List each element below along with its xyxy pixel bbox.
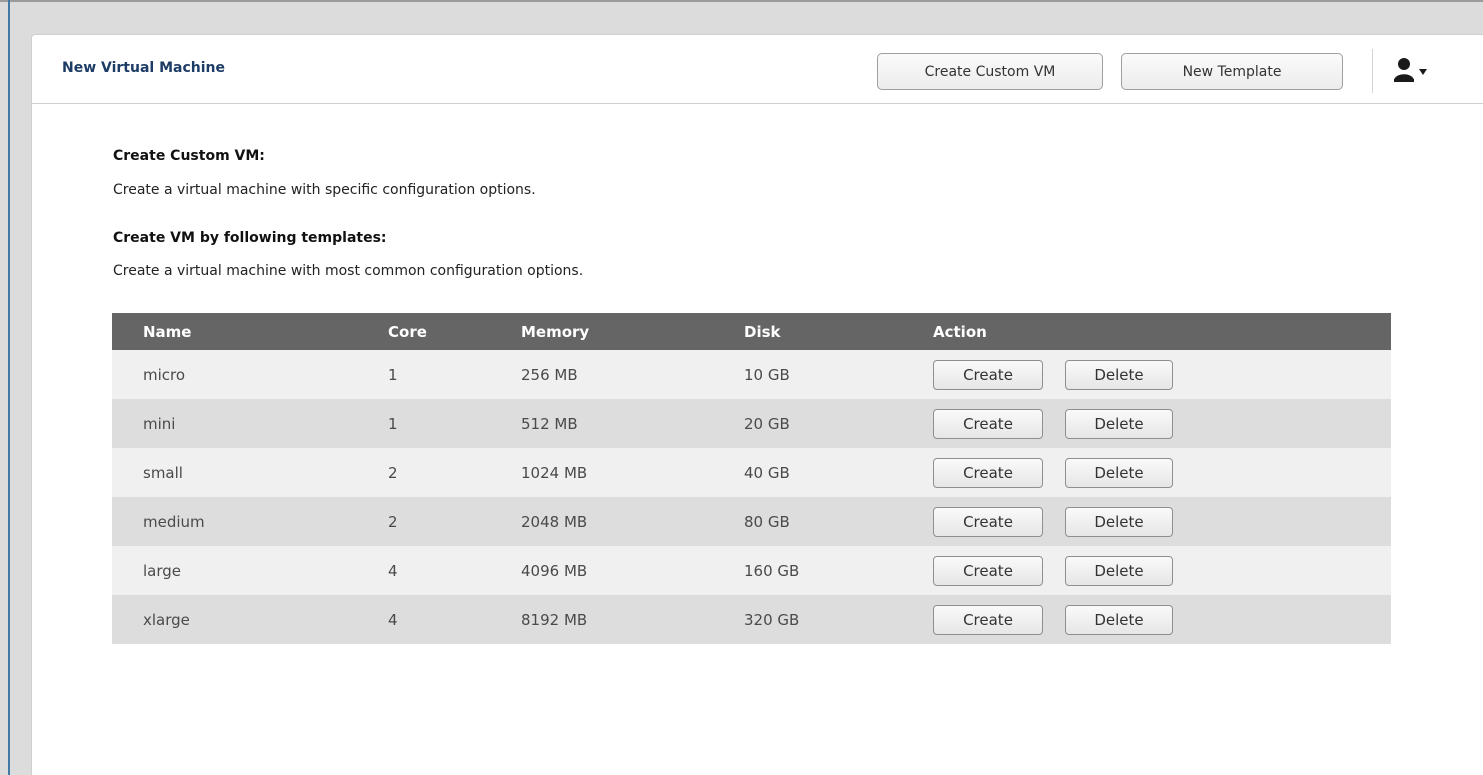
delete-button[interactable]: Delete <box>1065 408 1173 439</box>
panel-header: New Virtual Machine Create Custom VM New… <box>32 35 1483 104</box>
table-row: micro 1 256 MB 10 GB Create Delete <box>112 350 1391 399</box>
template-heading: Create VM by following templates: <box>113 230 387 246</box>
template-memory: 4096 MB <box>521 561 588 580</box>
template-core: 2 <box>388 512 398 531</box>
column-header-core: Core <box>388 322 427 341</box>
create-button[interactable]: Create <box>933 555 1043 586</box>
page-title: New Virtual Machine <box>62 60 225 76</box>
create-button[interactable]: Create <box>933 506 1043 537</box>
new-vm-panel: New Virtual Machine Create Custom VM New… <box>31 34 1483 775</box>
delete-button[interactable]: Delete <box>1065 457 1173 488</box>
user-icon <box>1394 58 1414 82</box>
template-disk: 160 GB <box>744 561 800 580</box>
column-header-name: Name <box>143 322 192 341</box>
template-core: 4 <box>388 610 398 629</box>
column-header-action: Action <box>933 322 987 341</box>
template-memory: 2048 MB <box>521 512 588 531</box>
template-disk: 20 GB <box>744 414 790 433</box>
template-name: medium <box>143 512 205 531</box>
left-border <box>8 0 10 775</box>
create-button[interactable]: Create <box>933 604 1043 635</box>
user-menu[interactable] <box>1392 55 1432 85</box>
table-row: small 2 1024 MB 40 GB Create Delete <box>112 448 1391 497</box>
template-actions: Create Delete <box>933 546 1391 595</box>
table-row: mini 1 512 MB 20 GB Create Delete <box>112 399 1391 448</box>
caret-down-icon <box>1419 69 1427 75</box>
custom-vm-heading: Create Custom VM: <box>113 148 265 164</box>
template-actions: Create Delete <box>933 350 1391 399</box>
template-disk: 320 GB <box>744 610 800 629</box>
template-name: small <box>143 463 183 482</box>
table-row: large 4 4096 MB 160 GB Create Delete <box>112 546 1391 595</box>
template-actions: Create Delete <box>933 399 1391 448</box>
template-disk: 10 GB <box>744 365 790 384</box>
template-name: large <box>143 561 182 580</box>
new-template-button[interactable]: New Template <box>1121 53 1343 90</box>
delete-button[interactable]: Delete <box>1065 604 1173 635</box>
template-description: Create a virtual machine with most commo… <box>113 263 584 279</box>
top-border <box>0 0 1483 2</box>
header-divider <box>1372 49 1373 93</box>
template-core: 4 <box>388 561 398 580</box>
delete-button[interactable]: Delete <box>1065 506 1173 537</box>
column-header-memory: Memory <box>521 322 590 341</box>
table-row: medium 2 2048 MB 80 GB Create Delete <box>112 497 1391 546</box>
table-header-row: Name Core Memory Disk Action <box>112 313 1391 350</box>
delete-button[interactable]: Delete <box>1065 359 1173 390</box>
template-core: 1 <box>388 365 398 384</box>
table-row: xlarge 4 8192 MB 320 GB Create Delete <box>112 595 1391 644</box>
create-button[interactable]: Create <box>933 408 1043 439</box>
templates-table: Name Core Memory Disk Action micro 1 256… <box>112 313 1391 644</box>
template-disk: 80 GB <box>744 512 790 531</box>
template-disk: 40 GB <box>744 463 790 482</box>
template-memory: 512 MB <box>521 414 578 433</box>
app-window: New Virtual Machine Create Custom VM New… <box>0 0 1483 775</box>
template-actions: Create Delete <box>933 595 1391 644</box>
create-button[interactable]: Create <box>933 359 1043 390</box>
template-actions: Create Delete <box>933 497 1391 546</box>
delete-button[interactable]: Delete <box>1065 555 1173 586</box>
template-name: mini <box>143 414 176 433</box>
template-core: 1 <box>388 414 398 433</box>
create-custom-vm-button[interactable]: Create Custom VM <box>877 53 1103 90</box>
template-name: micro <box>143 365 186 384</box>
column-header-disk: Disk <box>744 322 781 341</box>
template-memory: 1024 MB <box>521 463 588 482</box>
template-core: 2 <box>388 463 398 482</box>
template-name: xlarge <box>143 610 190 629</box>
custom-vm-description: Create a virtual machine with specific c… <box>113 182 536 198</box>
template-memory: 256 MB <box>521 365 578 384</box>
template-actions: Create Delete <box>933 448 1391 497</box>
create-button[interactable]: Create <box>933 457 1043 488</box>
template-memory: 8192 MB <box>521 610 588 629</box>
